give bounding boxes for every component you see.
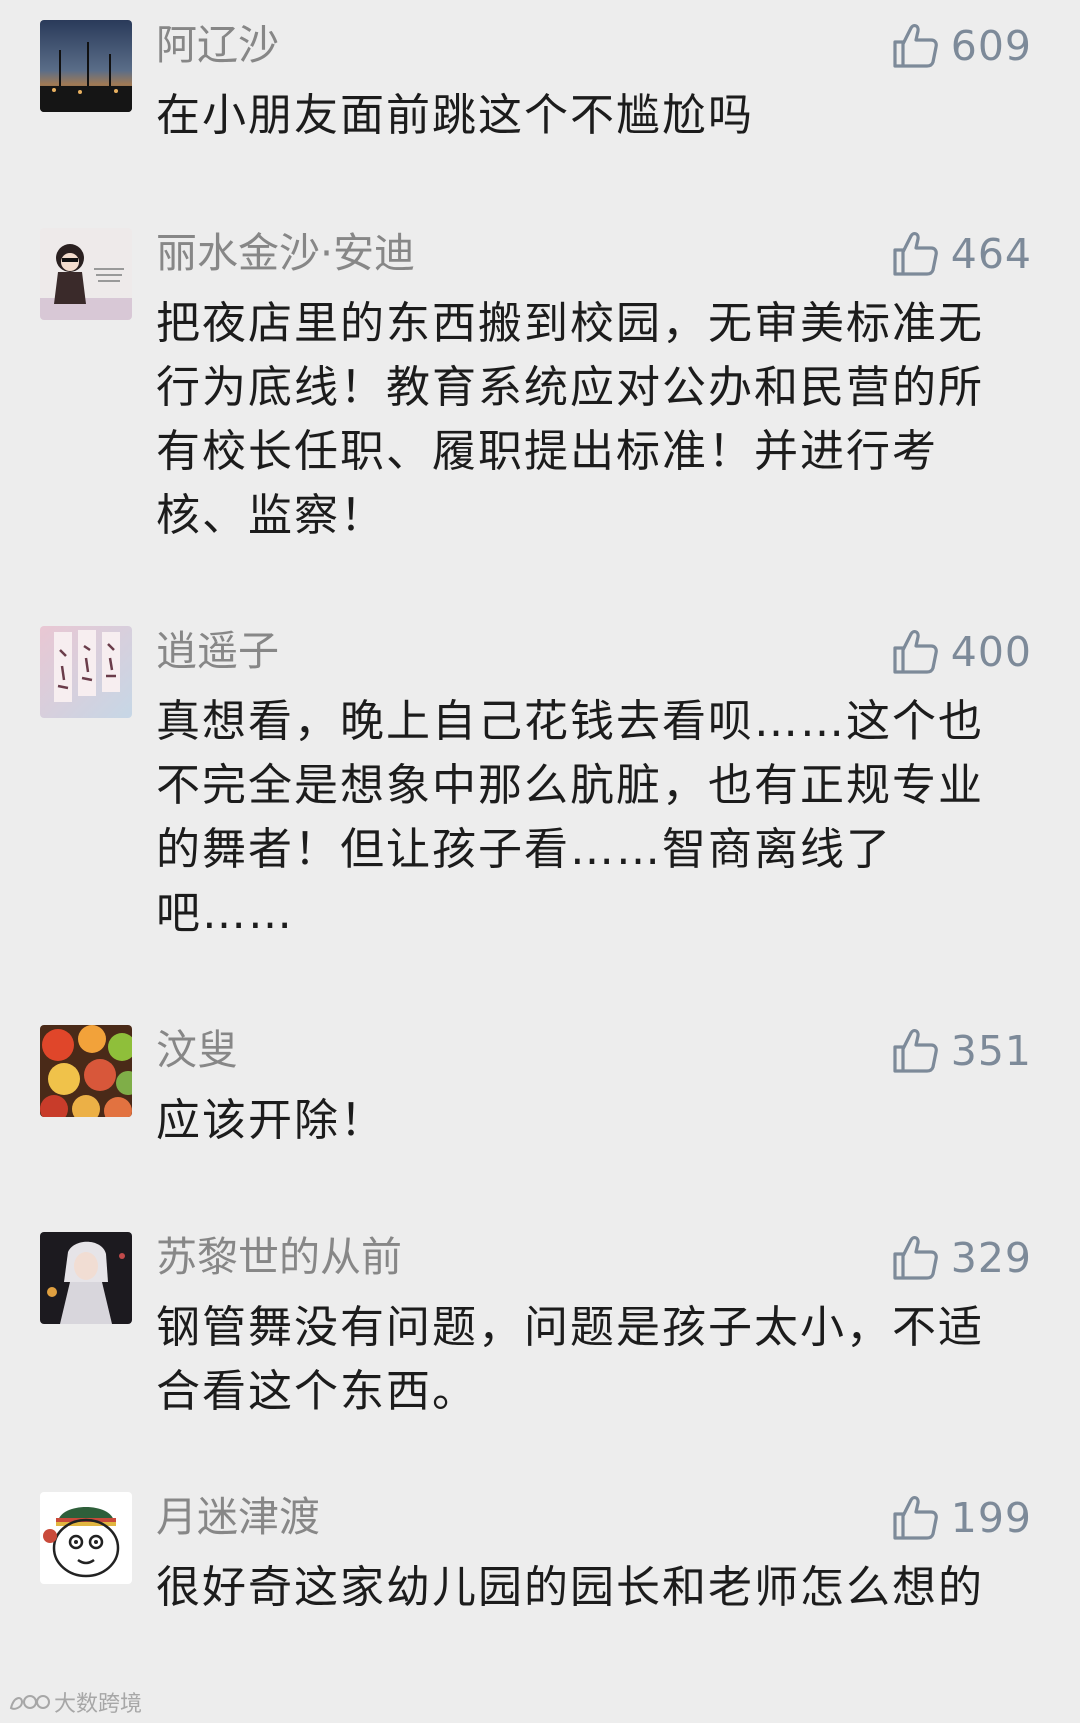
like-count: 351 <box>950 1027 1032 1075</box>
like-button[interactable]: 400 <box>889 622 1032 682</box>
avatar[interactable] <box>40 20 132 112</box>
colorful-fruit-photo-icon <box>40 1025 132 1117</box>
like-button[interactable]: 464 <box>889 224 1032 284</box>
comment-text: 真想看，晚上自己花钱去看呗……这个也不完全是想象中那么肮脏，也有正规专业的舞者！… <box>156 696 984 939</box>
like-count: 400 <box>950 628 1032 676</box>
comment-item: 苏黎世的从前 329 钢管舞没有问题，问题是孩子太小，不适合看这个东西。 <box>0 1222 1080 1422</box>
avatar[interactable] <box>40 1025 132 1117</box>
like-button[interactable]: 609 <box>889 16 1032 76</box>
comment-item: 丽水金沙·安迪 464 把夜店里的东西搬到校园，无审美标准无行为底线！教育系统应… <box>0 218 1080 548</box>
nickname[interactable]: 汶叟 <box>156 1025 238 1075</box>
thumbs-up-icon <box>893 24 938 68</box>
nickname[interactable]: 阿辽沙 <box>156 20 279 70</box>
comment-text: 很好奇这家幼儿园的园长和老师怎么想的 <box>156 1562 984 1613</box>
comment-item: 阿辽沙 609 在小朋友面前跳这个不尴尬吗 <box>0 10 1080 160</box>
like-button[interactable]: 329 <box>889 1228 1032 1288</box>
thumbs-up-icon <box>893 232 938 276</box>
avatar[interactable] <box>40 1232 132 1324</box>
nickname[interactable]: 逍遥子 <box>156 626 279 676</box>
like-count: 464 <box>950 230 1032 278</box>
girl-with-sunglasses-illustration-icon <box>40 228 132 320</box>
nickname[interactable]: 苏黎世的从前 <box>156 1232 402 1282</box>
comment-item: 逍遥子 400 真想看，晚上自己花钱去看呗……这个也不完全是想象中那么肮脏，也有… <box>0 616 1080 946</box>
thumbs-up-icon <box>893 630 938 674</box>
thumbs-up-icon <box>893 1029 938 1073</box>
comment-text: 在小朋友面前跳这个不尴尬吗 <box>156 90 754 141</box>
avatar[interactable] <box>40 1492 132 1584</box>
comment-item: 汶叟 351 应该开除！ <box>0 1015 1080 1155</box>
comment-text: 钢管舞没有问题，问题是孩子太小，不适合看这个东西。 <box>156 1302 984 1417</box>
thumbs-up-icon <box>893 1236 938 1280</box>
avatar[interactable] <box>40 626 132 718</box>
comment-text: 把夜店里的东西搬到校园，无审美标准无行为底线！教育系统应对公办和民营的所有校长任… <box>156 298 984 541</box>
like-button[interactable]: 199 <box>889 1488 1032 1548</box>
watermark: 大数跨境 <box>8 1686 142 1718</box>
comment-list: 阿辽沙 609 在小朋友面前跳这个不尴尬吗 丽水金沙·安迪 464 把夜店里的东… <box>0 0 1080 1723</box>
comment-text: 应该开除！ <box>156 1095 386 1146</box>
like-count: 199 <box>950 1494 1032 1542</box>
avatar[interactable] <box>40 228 132 320</box>
nickname[interactable]: 月迷津渡 <box>156 1492 320 1542</box>
night-harbor-photo-icon <box>40 20 132 112</box>
like-count: 329 <box>950 1234 1032 1282</box>
nickname[interactable]: 丽水金沙·安迪 <box>156 228 415 278</box>
anime-white-hair-character-icon <box>40 1232 132 1324</box>
cartoon-face-with-beanie-icon <box>40 1492 132 1584</box>
thumbs-up-icon <box>893 1496 938 1540</box>
watermark-text: 大数跨境 <box>54 1692 143 1717</box>
watermark-logo-icon <box>9 1695 50 1710</box>
like-button[interactable]: 351 <box>889 1021 1032 1081</box>
like-count: 609 <box>950 22 1032 70</box>
pink-calligraphy-tags-icon <box>40 626 132 718</box>
comment-item: 月迷津渡 199 很好奇这家幼儿园的园长和老师怎么想的 <box>0 1482 1080 1682</box>
